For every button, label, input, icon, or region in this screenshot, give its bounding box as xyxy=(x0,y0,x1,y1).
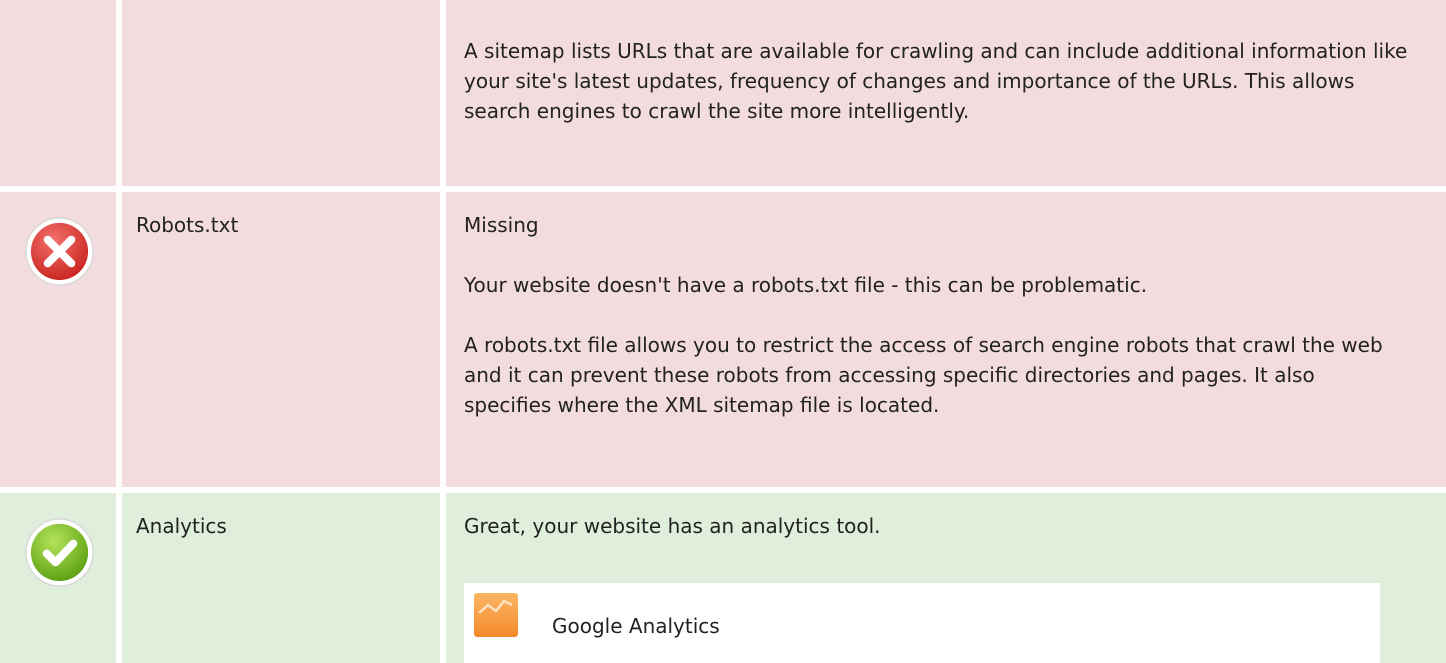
sitemap-name-cell xyxy=(122,0,440,186)
robots-description: A robots.txt file allows you to restrict… xyxy=(464,333,1383,417)
robots-message: Your website doesn't have a robots.txt f… xyxy=(464,273,1148,297)
sitemap-description: A sitemap lists URLs that are available … xyxy=(464,39,1408,123)
analytics-body-cell: Great, your website has an analytics too… xyxy=(446,493,1446,663)
robots-row: Robots.txt Missing Your website doesn't … xyxy=(0,192,1446,487)
robots-body-cell: Missing Your website doesn't have a robo… xyxy=(446,192,1446,487)
analytics-row: Analytics Great, your website has an ana… xyxy=(0,493,1446,663)
robots-icon-cell xyxy=(0,192,116,487)
analytics-message: Great, your website has an analytics too… xyxy=(464,514,881,538)
seo-report-table: A sitemap lists URLs that are available … xyxy=(0,0,1446,663)
robots-status: Missing xyxy=(464,213,539,237)
sitemap-icon-cell xyxy=(0,0,116,186)
sitemap-row: A sitemap lists URLs that are available … xyxy=(0,0,1446,186)
error-x-icon xyxy=(25,217,94,286)
analytics-icon-cell xyxy=(0,493,116,663)
analytics-tool-name: Google Analytics xyxy=(552,614,720,638)
sitemap-body-cell: A sitemap lists URLs that are available … xyxy=(446,0,1446,186)
google-analytics-logo-icon xyxy=(474,593,518,637)
analytics-name-cell: Analytics xyxy=(122,493,440,663)
robots-name-cell: Robots.txt xyxy=(122,192,440,487)
success-check-icon xyxy=(25,518,94,587)
analytics-tool-item: Google Analytics xyxy=(464,583,1380,663)
analytics-label: Analytics xyxy=(136,514,227,538)
robots-label: Robots.txt xyxy=(136,213,239,237)
